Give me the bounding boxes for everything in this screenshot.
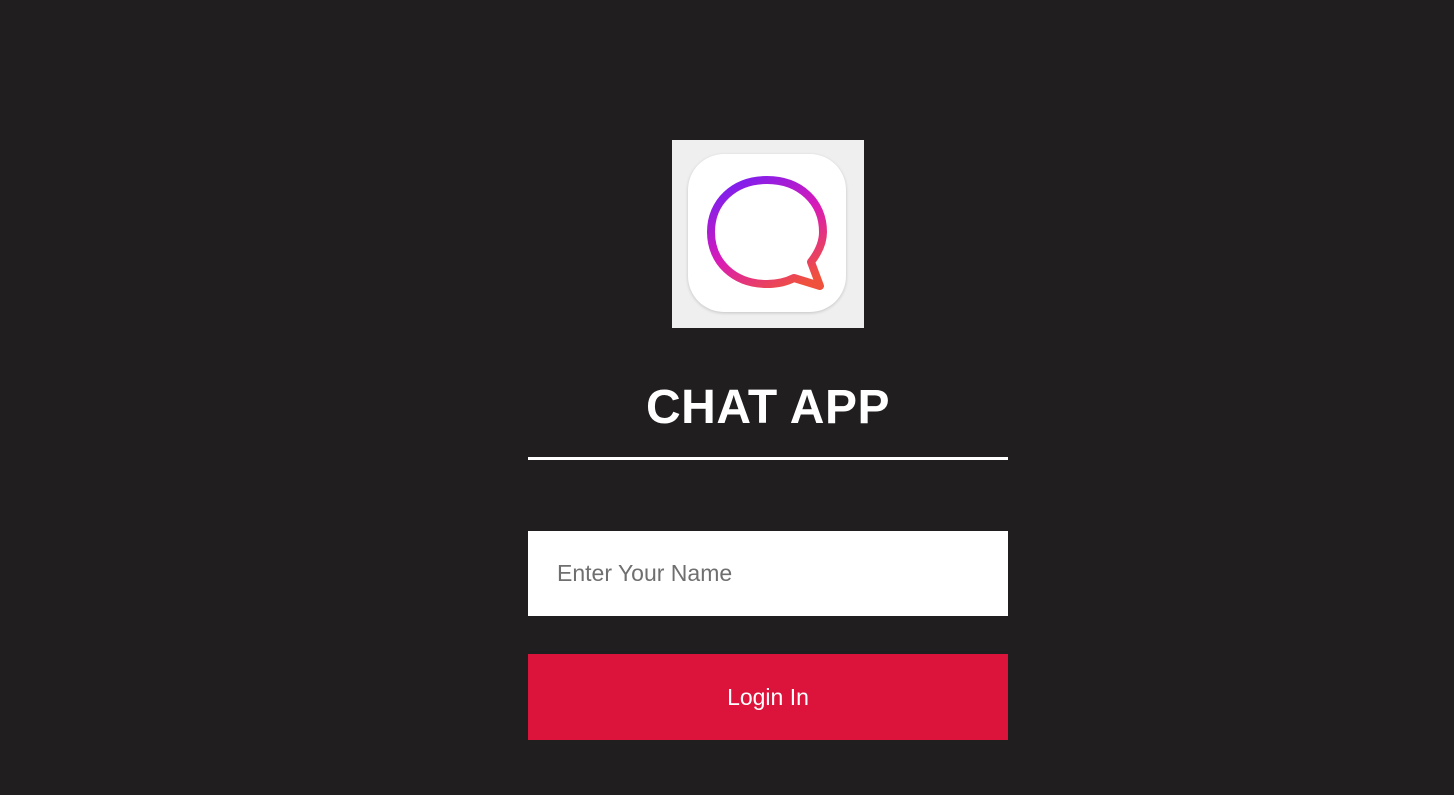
app-logo-tile	[688, 154, 846, 312]
app-logo	[672, 140, 864, 328]
login-page: CHAT APP Login In	[0, 0, 1454, 795]
name-input[interactable]	[528, 531, 1008, 616]
title-divider	[528, 457, 1008, 460]
chat-bubble-icon	[707, 176, 827, 290]
login-button[interactable]: Login In	[528, 654, 1008, 740]
app-title: CHAT APP	[646, 381, 890, 434]
